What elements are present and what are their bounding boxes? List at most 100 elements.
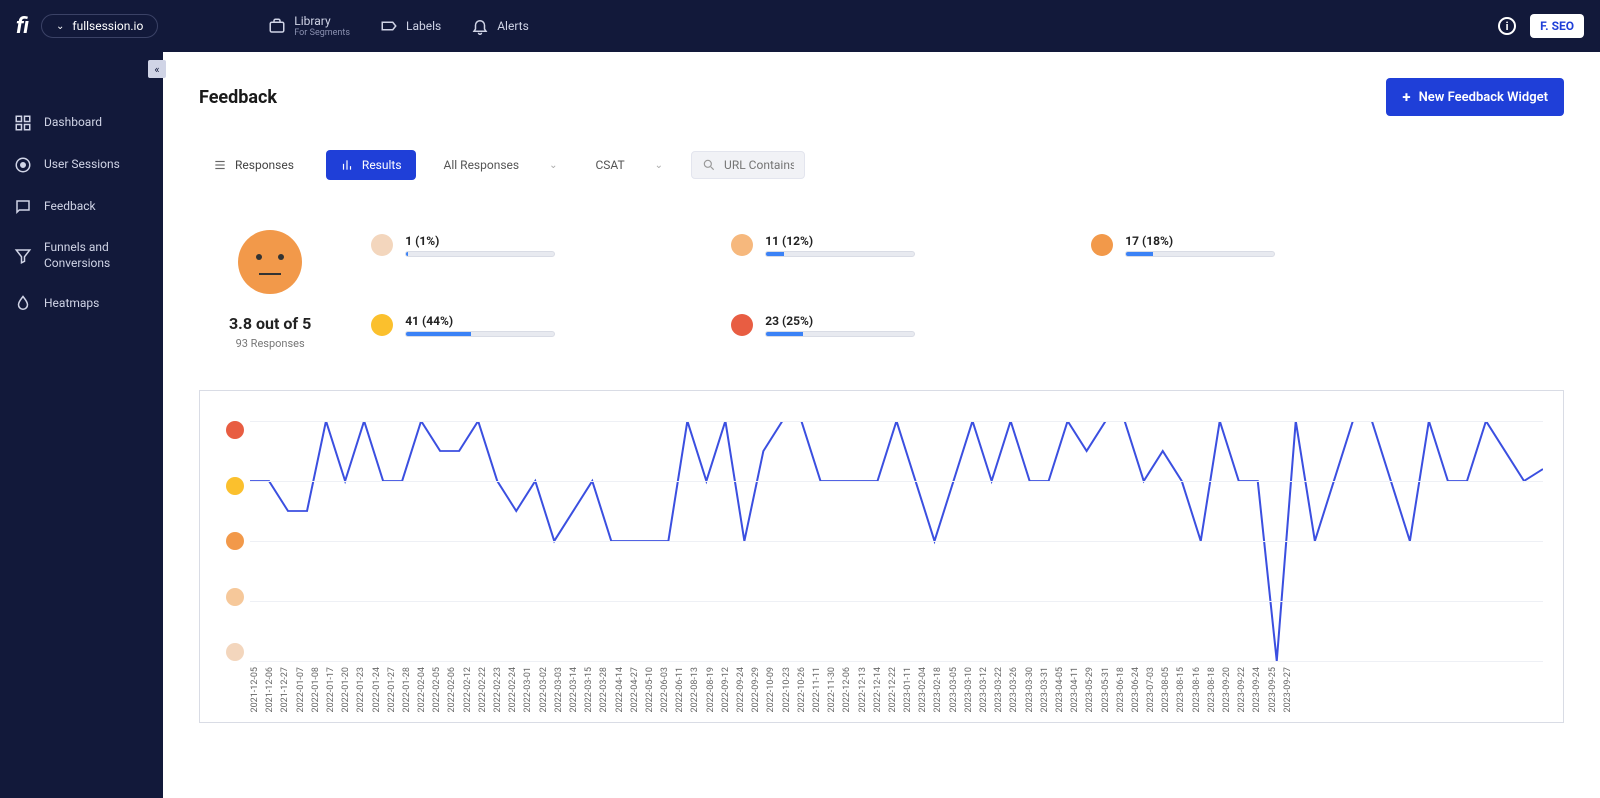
face-icon-level-1	[371, 234, 393, 256]
distribution-bar	[765, 331, 915, 337]
distribution-label: 17 (18%)	[1125, 234, 1391, 248]
tab-responses[interactable]: Responses	[199, 150, 308, 180]
chevron-down-icon: ⌄	[56, 21, 64, 32]
x-tick: 2023-03-30	[1025, 667, 1040, 712]
x-tick: 2022-12-14	[873, 667, 888, 712]
distribution-grid: 1 (1%)11 (12%)17 (18%)41 (44%)23 (25%)	[371, 220, 1564, 350]
grid-line	[250, 601, 1543, 602]
x-tick: 2022-11-11	[812, 667, 827, 712]
x-tick: 2023-08-16	[1192, 667, 1207, 712]
sidebar-item-funnels[interactable]: Funnels and Conversions	[0, 228, 163, 283]
x-tick: 2022-03-14	[569, 667, 584, 712]
x-tick: 2022-12-13	[858, 667, 873, 712]
site-name: fullsession.io	[72, 19, 143, 33]
funnel-icon	[14, 247, 32, 265]
x-tick: 2022-08-13	[690, 667, 705, 712]
x-tick: 2022-11-30	[827, 667, 842, 712]
new-feedback-widget-button[interactable]: + New Feedback Widget	[1386, 78, 1564, 116]
sidebar-item-user-sessions[interactable]: User Sessions	[0, 144, 163, 186]
x-tick: 2022-03-03	[554, 667, 569, 712]
x-tick: 2022-01-20	[341, 667, 356, 712]
x-tick: 2021-12-27	[280, 667, 295, 712]
sidebar-collapse-button[interactable]: «	[148, 60, 166, 78]
sidebar-item-heatmaps[interactable]: Heatmaps	[0, 283, 163, 325]
x-tick: 2022-03-28	[599, 667, 614, 712]
x-tick: 2023-02-04	[918, 667, 933, 712]
distribution-label: 23 (25%)	[765, 314, 1031, 328]
x-tick: 2023-03-12	[979, 667, 994, 712]
list-icon	[213, 158, 227, 172]
x-tick: 2022-01-07	[296, 667, 311, 712]
distribution-bar	[765, 251, 915, 257]
nav-library[interactable]: Library For Segments	[268, 14, 350, 38]
x-tick: 2023-08-05	[1161, 667, 1176, 712]
y-axis-face-1	[226, 643, 244, 661]
x-tick: 2023-03-26	[1009, 667, 1024, 712]
filter-metric-dropdown[interactable]: CSAT ⌄	[585, 152, 673, 178]
response-count: 93 Responses	[229, 337, 311, 350]
x-tick: 2022-01-27	[387, 667, 402, 712]
chart-plot	[250, 421, 1543, 661]
filter-responses-dropdown[interactable]: All Responses ⌄	[434, 152, 568, 178]
x-tick: 2023-03-10	[964, 667, 979, 712]
x-tick: 2023-08-15	[1176, 667, 1191, 712]
nav-alerts[interactable]: Alerts	[471, 17, 529, 35]
info-icon[interactable]: i	[1498, 17, 1516, 35]
main-content: Feedback + New Feedback Widget Responses…	[163, 52, 1600, 798]
x-tick: 2022-09-29	[751, 667, 766, 712]
x-tick: 2022-03-15	[584, 667, 599, 712]
x-tick: 2022-02-23	[493, 667, 508, 712]
x-tick: 2023-03-05	[949, 667, 964, 712]
x-tick: 2023-03-22	[994, 667, 1009, 712]
distribution-item-3: 17 (18%)	[1091, 220, 1391, 270]
grid-line	[250, 661, 1543, 662]
filter-metric-value: CSAT	[595, 158, 624, 172]
x-tick: 2023-09-27	[1283, 667, 1298, 712]
site-selector[interactable]: ⌄ fullsession.io	[41, 14, 158, 38]
x-tick: 2022-01-23	[356, 667, 371, 712]
x-tick: 2023-02-18	[933, 667, 948, 712]
x-tick: 2022-03-01	[523, 667, 538, 712]
distribution-bar	[405, 331, 555, 337]
controls-bar: Responses Results All Responses ⌄ CSAT ⌄	[199, 150, 1564, 180]
x-tick: 2022-02-05	[432, 667, 447, 712]
page-title: Feedback	[199, 87, 277, 108]
x-tick: 2022-02-12	[463, 667, 478, 712]
y-axis-face-4	[226, 477, 244, 495]
x-tick: 2023-09-24	[1252, 667, 1267, 712]
new-button-label: New Feedback Widget	[1419, 90, 1548, 105]
face-icon-level-4	[371, 314, 393, 336]
url-search[interactable]	[691, 151, 805, 179]
library-icon	[268, 17, 286, 35]
sidebar-item-feedback[interactable]: Feedback	[0, 186, 163, 228]
grid-line	[250, 481, 1543, 482]
x-tick: 2022-01-28	[402, 667, 417, 712]
tab-results[interactable]: Results	[326, 150, 416, 180]
url-search-input[interactable]	[724, 158, 794, 172]
chart-x-axis: 2021-12-052021-12-062021-12-272022-01-07…	[250, 667, 1543, 712]
plus-icon: +	[1402, 88, 1410, 106]
x-tick: 2022-01-24	[372, 667, 387, 712]
feedback-icon	[14, 198, 32, 216]
sidebar-item-dashboard[interactable]: Dashboard	[0, 102, 163, 144]
sidebar: Dashboard User Sessions Feedback Funnels…	[0, 52, 163, 798]
chart-y-axis	[220, 421, 250, 661]
nav-labels[interactable]: Labels	[380, 17, 441, 35]
x-tick: 2021-12-06	[265, 667, 280, 712]
distribution-bar	[1125, 251, 1275, 257]
y-axis-face-2	[226, 588, 244, 606]
sidebar-item-label: Funnels and Conversions	[44, 240, 149, 271]
x-tick: 2022-12-06	[842, 667, 857, 712]
grid-line	[250, 421, 1543, 422]
x-tick: 2022-03-02	[539, 667, 554, 712]
chart-icon	[340, 158, 354, 172]
x-tick: 2022-10-26	[797, 667, 812, 712]
tab-results-label: Results	[362, 158, 402, 172]
summary-section: 3.8 out of 5 93 Responses 1 (1%)11 (12%)…	[199, 220, 1564, 350]
x-tick: 2022-02-24	[508, 667, 523, 712]
distribution-bar	[405, 251, 555, 257]
x-tick: 2022-06-11	[675, 667, 690, 712]
user-badge[interactable]: F. SEO	[1530, 14, 1584, 38]
x-tick: 2023-06-18	[1116, 667, 1131, 712]
score-text: 3.8 out of 5	[229, 314, 311, 333]
